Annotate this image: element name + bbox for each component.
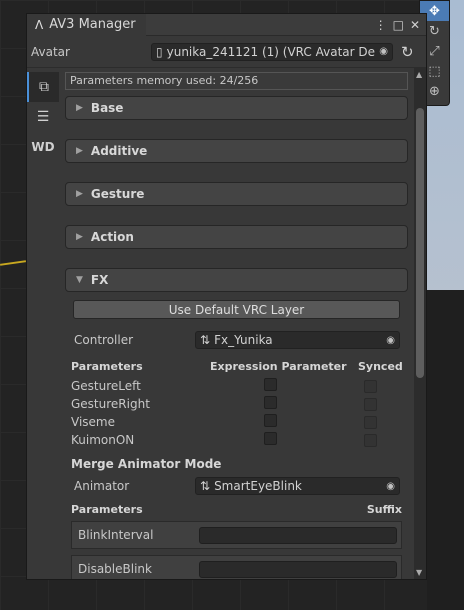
- collapsed-arrow-icon: ▶: [76, 189, 83, 199]
- suffix-param-name: DisableBlink: [78, 562, 152, 576]
- parameter-name: GestureRight: [71, 397, 150, 411]
- window-titlebar: Λ AV3 Manager ⋮ □ ✕: [27, 13, 426, 36]
- avatar-row: Avatar ▯ yunika_241121 (1) (VRC Avatar D…: [27, 36, 426, 68]
- expression-parameter-checkbox[interactable]: [264, 414, 277, 427]
- expanded-arrow-icon: ▼: [76, 275, 83, 285]
- tab-layers-icon[interactable]: ⧉: [27, 72, 59, 102]
- fx-parameters-header: Parameters Expression Parameter Synced: [65, 357, 408, 375]
- suffix-input[interactable]: [199, 560, 397, 578]
- maximize-icon[interactable]: □: [393, 19, 404, 31]
- refresh-icon[interactable]: ↻: [401, 43, 414, 61]
- animator-value: SmartEyeBlink: [214, 479, 302, 493]
- animator-row: Animator ⇅ SmartEyeBlink ◉: [65, 475, 408, 497]
- expression-parameter-checkbox[interactable]: [264, 432, 277, 445]
- merge-animator-mode-title: Merge Animator Mode: [71, 457, 222, 471]
- parameters-header: Parameters: [71, 503, 143, 516]
- synced-checkbox: [364, 397, 377, 411]
- suffix-header: Suffix: [366, 503, 402, 516]
- controller-row: Controller ⇅ Fx_Yunika ◉: [65, 329, 408, 351]
- synced-checkbox: [364, 379, 377, 393]
- foldout-label: FX: [90, 273, 109, 287]
- expression-parameter-checkbox[interactable]: [264, 396, 277, 409]
- scroll-down-icon[interactable]: ▼: [416, 568, 422, 577]
- merge-parameters-header: Parameters Suffix: [65, 503, 408, 521]
- synced-checkbox: [364, 433, 377, 447]
- collapsed-arrow-icon: ▶: [76, 146, 83, 156]
- parameter-row: KuimonON: [65, 431, 408, 449]
- close-icon[interactable]: ✕: [410, 19, 420, 31]
- parameter-row: GestureRight: [65, 395, 408, 413]
- scrollbar-thumb[interactable]: [416, 108, 424, 378]
- foldout-gesture[interactable]: ▶ Gesture: [65, 182, 408, 206]
- avatar-descriptor-icon: ▯: [156, 44, 163, 59]
- foldout-label: Base: [90, 101, 124, 115]
- parameter-row: GestureLeft: [65, 377, 408, 395]
- tab-parameters-icon[interactable]: ☰: [27, 102, 59, 132]
- window-title: AV3 Manager: [49, 17, 136, 32]
- parameter-row: Viseme: [65, 413, 408, 431]
- window-actions: ⋮ □ ✕: [375, 19, 426, 31]
- suffix-param-name: BlinkInterval: [78, 528, 154, 542]
- avatar-label: Avatar: [31, 44, 70, 59]
- side-tabs: ⧉ ☰ WD: [27, 68, 59, 579]
- av3-manager-window: Λ AV3 Manager ⋮ □ ✕ Avatar ▯ yunika_2411…: [26, 13, 427, 580]
- window-body: ⧉ ☰ WD Parameters memory used: 24/256 ▶ …: [27, 68, 426, 579]
- foldout-base[interactable]: ▶ Base: [65, 96, 408, 120]
- avatar-value: yunika_241121 (1) (VRC Avatar Descr: [166, 44, 376, 59]
- scene-ground: [427, 290, 464, 610]
- synced-header: Synced: [358, 359, 403, 373]
- controller-object-field[interactable]: ⇅ Fx_Yunika ◉: [195, 331, 400, 349]
- collapsed-arrow-icon: ▶: [76, 103, 83, 113]
- foldout-additive[interactable]: ▶ Additive: [65, 139, 408, 163]
- parameters-header: Parameters: [71, 359, 143, 373]
- foldout-label: Action: [90, 230, 134, 244]
- tab-wd[interactable]: WD: [27, 132, 59, 162]
- expression-parameter-header: Expression Parameter: [210, 359, 347, 373]
- kebab-menu-icon[interactable]: ⋮: [375, 19, 387, 31]
- parameter-name: KuimonON: [71, 433, 135, 447]
- window-tab[interactable]: Λ AV3 Manager: [27, 13, 146, 36]
- use-default-vrc-layer-button[interactable]: Use Default VRC Layer: [73, 300, 400, 319]
- suffix-row: DisableBlink: [71, 555, 402, 579]
- parameter-name: Viseme: [71, 415, 115, 429]
- object-picker-icon[interactable]: ◉: [386, 481, 395, 492]
- controller-value: Fx_Yunika: [214, 333, 273, 347]
- foldout-action[interactable]: ▶ Action: [65, 225, 408, 249]
- object-picker-icon[interactable]: ◉: [379, 46, 388, 57]
- collapsed-arrow-icon: ▶: [76, 232, 83, 242]
- animator-label: Animator: [74, 479, 130, 493]
- foldout-fx[interactable]: ▼ FX: [65, 268, 408, 292]
- expression-parameter-checkbox[interactable]: [264, 378, 277, 391]
- parameter-name: GestureLeft: [71, 379, 141, 393]
- scroll-up-icon[interactable]: ▲: [416, 70, 422, 79]
- vertical-scrollbar[interactable]: ▲ ▼: [414, 68, 426, 579]
- avatar-object-field[interactable]: ▯ yunika_241121 (1) (VRC Avatar Descr ◉: [151, 42, 393, 61]
- suffix-input[interactable]: [199, 526, 397, 544]
- animator-object-field[interactable]: ⇅ SmartEyeBlink ◉: [195, 477, 400, 495]
- controller-label: Controller: [74, 333, 134, 347]
- animator-controller-icon: ⇅: [200, 479, 211, 493]
- object-picker-icon[interactable]: ◉: [386, 335, 395, 346]
- foldout-label: Gesture: [90, 187, 145, 201]
- vrc-avatar-icon: Λ: [35, 17, 44, 32]
- memory-usage: Parameters memory used: 24/256: [65, 72, 408, 90]
- animator-controller-icon: ⇅: [200, 333, 211, 347]
- layers-content: Parameters memory used: 24/256 ▶ Base ▶ …: [59, 68, 426, 579]
- foldout-label: Additive: [90, 144, 148, 158]
- suffix-row: BlinkInterval: [71, 521, 402, 549]
- synced-checkbox: [364, 415, 377, 429]
